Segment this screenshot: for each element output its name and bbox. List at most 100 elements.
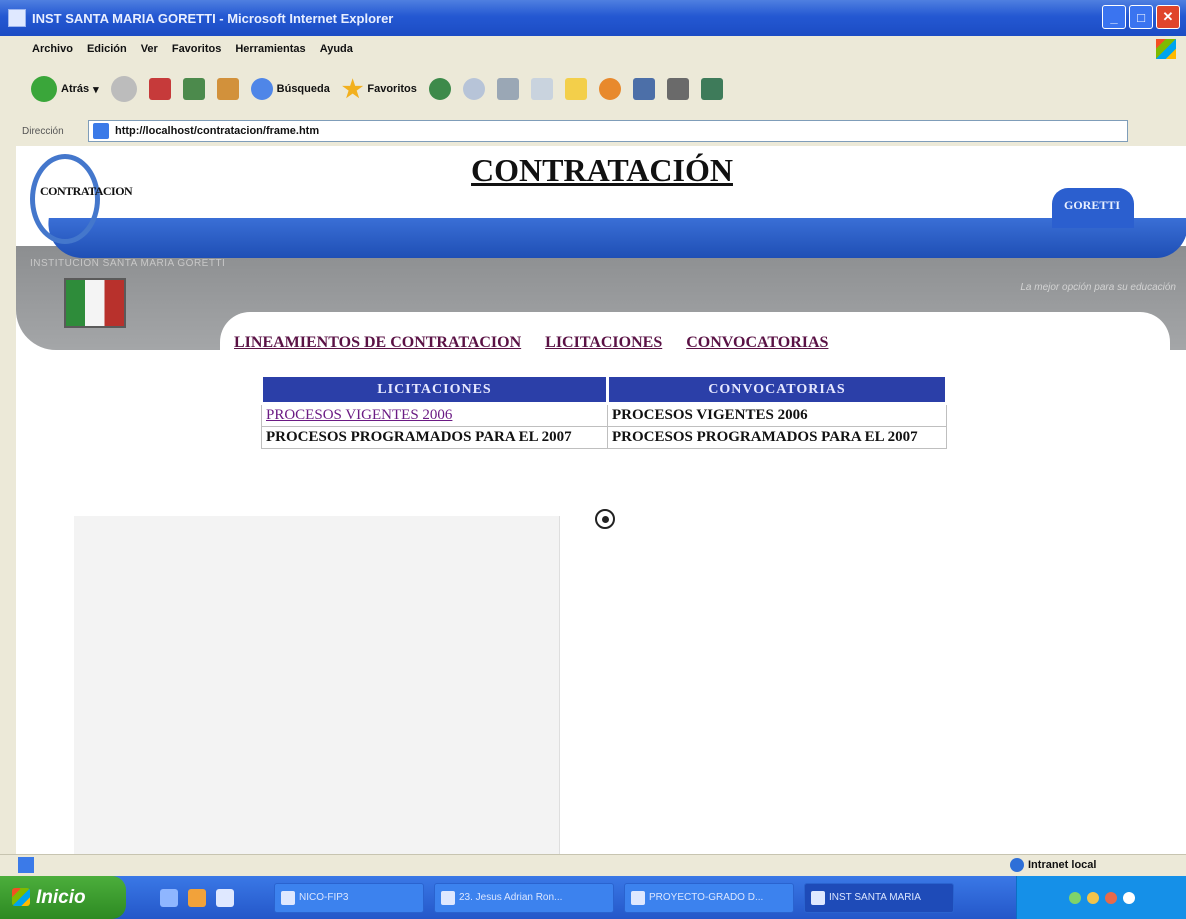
start-label: Inicio [36, 886, 86, 908]
tray-volume-icon[interactable] [1122, 891, 1135, 904]
address-url: http://localhost/contratacion/frame.htm [115, 125, 320, 137]
system-tray [1016, 876, 1186, 919]
task-button[interactable]: 23. Jesus Adrian Ron... [434, 882, 614, 913]
messenger-icon [598, 78, 621, 100]
quicklaunch-folder-icon[interactable] [188, 888, 206, 907]
menu-ayuda[interactable]: Ayuda [320, 43, 353, 55]
cursor-radio-icon [595, 509, 615, 529]
banner-slogan: La mejor opción para su educación [1020, 282, 1176, 293]
task-label: INST SANTA MARIA [829, 892, 921, 903]
users-button[interactable] [698, 72, 726, 106]
banner-blue-wave [43, 218, 1186, 258]
internet-explorer-icon [8, 9, 26, 27]
print-button[interactable] [494, 72, 522, 106]
back-label: Atrás [61, 83, 90, 95]
menu-archivo[interactable]: Archivo [32, 43, 73, 55]
status-page-icon [18, 857, 34, 873]
users-icon [700, 78, 723, 100]
back-arrow-icon [31, 76, 57, 102]
forward-arrow-icon [110, 76, 137, 102]
site-banner: GORETTI CONTRATACION INSTITUCION SANTA M… [16, 146, 1186, 362]
toolbar: Atrás ▾ Búsqueda ★ Favoritos [0, 62, 1186, 116]
maximize-button[interactable]: □ [1129, 5, 1153, 29]
processes-table: LICITACIONES CONVOCATORIAS PROCESOS VIGE… [260, 374, 948, 449]
tools-icon [666, 78, 689, 100]
research-icon [632, 78, 655, 100]
task-button[interactable]: NICO-FIP3 [274, 882, 424, 913]
favorites-button[interactable]: ★ Favoritos [339, 72, 420, 106]
refresh-button[interactable] [180, 72, 208, 106]
stop-button[interactable] [146, 72, 174, 106]
home-icon [216, 78, 239, 100]
page-title: CONTRATACIÓN [471, 152, 733, 188]
tray-messenger-icon[interactable] [1104, 891, 1117, 904]
tray-network-icon[interactable] [1068, 891, 1081, 904]
table-row: PROCESOS PROGRAMADOS PARA EL 2007 PROCES… [261, 426, 947, 449]
folder-icon [564, 78, 587, 100]
search-icon [250, 78, 273, 100]
messenger-button[interactable] [596, 72, 624, 106]
title-bar[interactable]: INST SANTA MARIA GORETTI - Microsoft Int… [0, 0, 1186, 36]
folder-button[interactable] [562, 72, 590, 106]
stop-icon [148, 78, 171, 100]
task-label: 23. Jesus Adrian Ron... [459, 892, 563, 903]
school-crest-icon [64, 278, 126, 328]
minimize-button[interactable]: _ [1102, 5, 1126, 29]
header-convocatorias: CONVOCATORIAS [606, 374, 948, 405]
security-zone: Intranet local [1010, 858, 1096, 872]
print-icon [496, 78, 519, 100]
address-label: Dirección [22, 125, 64, 137]
header-licitaciones: LICITACIONES [260, 374, 609, 405]
page-icon [93, 123, 109, 139]
window-title: INST SANTA MARIA GORETTI - Microsoft Int… [32, 10, 394, 26]
refresh-icon [182, 78, 205, 100]
table-header-row: LICITACIONES CONVOCATORIAS [260, 374, 948, 405]
home-button[interactable] [214, 72, 242, 106]
tools-button[interactable] [664, 72, 692, 106]
table-row: PROCESOS VIGENTES 2006 PROCESOS VIGENTES… [261, 403, 947, 427]
task-label: PROYECTO-GRADO D... [649, 892, 764, 903]
nav-licitaciones-link[interactable]: LICITACIONES [545, 334, 662, 352]
nav-lineamientos-link[interactable]: LINEAMIENTOS DE CONTRATACION [234, 334, 521, 352]
address-input[interactable]: http://localhost/contratacion/frame.htm [88, 120, 1128, 142]
mail-icon [462, 78, 485, 100]
quicklaunch-ie-icon[interactable] [216, 888, 234, 907]
menu-herramientas[interactable]: Herramientas [235, 43, 305, 55]
edit-button[interactable] [528, 72, 556, 106]
star-icon: ★ [341, 75, 364, 103]
edit-icon [530, 78, 553, 100]
search-button[interactable]: Búsqueda [248, 72, 333, 106]
banner-institution: INSTITUCION SANTA MARIA GORETTI [30, 258, 226, 269]
browser-window: INST SANTA MARIA GORETTI - Microsoft Int… [0, 0, 1186, 919]
menu-bar: Archivo Edición Ver Favoritos Herramient… [0, 36, 1186, 62]
start-button[interactable]: Inicio [0, 876, 126, 919]
nav-links: LINEAMIENTOS DE CONTRATACION LICITACIONE… [234, 334, 828, 352]
task-button[interactable]: PROYECTO-GRADO D... [624, 882, 794, 913]
convocatorias-programados-cell: PROCESOS PROGRAMADOS PARA EL 2007 [607, 426, 947, 449]
blank-panel [74, 516, 560, 854]
taskbar: Inicio NICO-FIP3 23. Jesus Adrian Ron...… [0, 876, 1186, 919]
menu-favoritos[interactable]: Favoritos [172, 43, 222, 55]
mail-button[interactable] [460, 72, 488, 106]
status-bar: Intranet local [0, 854, 1186, 876]
tray-security-icon[interactable] [1086, 891, 1099, 904]
task-button-active[interactable]: INST SANTA MARIA [804, 882, 954, 913]
menu-ver[interactable]: Ver [141, 43, 158, 55]
windows-logo-icon [1156, 39, 1176, 59]
task-label: NICO-FIP3 [299, 892, 349, 903]
zone-label: Intranet local [1028, 859, 1097, 871]
menu-edicion[interactable]: Edición [87, 43, 127, 55]
nav-convocatorias-link[interactable]: CONVOCATORIAS [686, 334, 828, 352]
history-button[interactable] [426, 72, 454, 106]
close-button[interactable]: ✕ [1156, 5, 1180, 29]
research-button[interactable] [630, 72, 658, 106]
forward-button[interactable] [108, 72, 140, 106]
show-desktop-icon[interactable] [160, 888, 178, 907]
page-content: GORETTI CONTRATACION INSTITUCION SANTA M… [16, 146, 1186, 854]
convocatorias-vigentes-cell: PROCESOS VIGENTES 2006 [607, 403, 947, 427]
licitaciones-programados-cell: PROCESOS PROGRAMADOS PARA EL 2007 [261, 426, 608, 449]
banner-goretti-label: GORETTI [1063, 198, 1120, 212]
favorites-label: Favoritos [367, 83, 417, 95]
licitaciones-vigentes-link[interactable]: PROCESOS VIGENTES 2006 [261, 403, 608, 427]
back-button[interactable]: Atrás ▾ [28, 72, 102, 106]
